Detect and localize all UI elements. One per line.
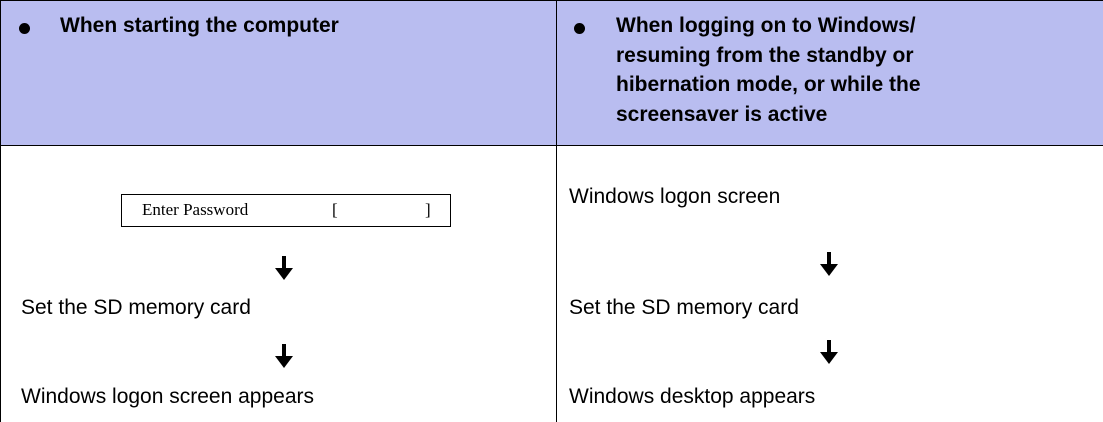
header-right-line: resuming from the standby or [616, 43, 914, 67]
header-cell-right: When logging on to Windows/ resuming fro… [556, 0, 1103, 146]
right-step-logon-screen: Windows logon screen [569, 185, 781, 208]
comparison-table: When starting the computer When logging … [0, 0, 1103, 422]
header-left-text: When starting the computer [60, 14, 339, 37]
header-right-line: When logging on to Windows/ [616, 14, 916, 37]
right-step-set-card: Set the SD memory card [569, 296, 799, 319]
header-cell-left: When starting the computer [0, 0, 556, 146]
header-right-line: screensaver is active [616, 102, 828, 126]
header-right-line: hibernation mode, or while the [616, 73, 921, 96]
bullet-icon [19, 23, 30, 34]
down-arrow-icon [819, 252, 839, 276]
left-step-logon-appears: Windows logon screen appears [21, 385, 314, 408]
right-step-desktop-appears: Windows desktop appears [569, 385, 816, 408]
bullet-icon [574, 23, 585, 34]
body-cell-left: Enter Password [ ] Set the SD memory car… [0, 146, 556, 422]
password-prompt-box: Enter Password [ ] [121, 194, 451, 227]
down-arrow-icon [819, 340, 839, 364]
left-step-set-card: Set the SD memory card [21, 296, 251, 319]
password-prompt-label: Enter Password [142, 200, 249, 219]
down-arrow-icon [274, 256, 294, 280]
body-cell-right: Windows logon screen Set the SD memory c… [556, 146, 1103, 422]
password-bracket-open: [ [332, 200, 338, 219]
header-right-text: When logging on to Windows/ resuming fro… [616, 11, 1086, 129]
down-arrow-icon [274, 344, 294, 368]
password-bracket-close: ] [425, 200, 431, 219]
